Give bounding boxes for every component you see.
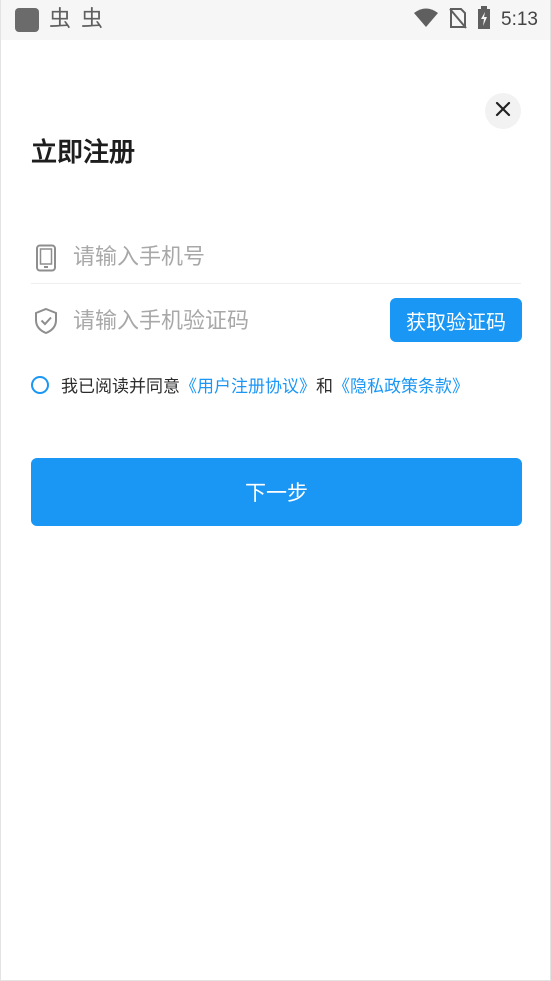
register-screen: 虫 虫 5:13 立即注册 请输入手机号 请输入手机验证码 获取验证码 我已阅读… — [0, 0, 551, 981]
status-time: 5:13 — [501, 9, 538, 30]
wifi-icon — [413, 8, 439, 32]
next-button[interactable]: 下一步 — [31, 458, 522, 526]
agreement-row: 我已阅读并同意 《用户注册协议》 和 《隐私政策条款》 — [31, 372, 469, 397]
app-notification-icon — [15, 8, 39, 32]
agree-radio[interactable] — [31, 375, 49, 394]
verification-code-input[interactable] — [73, 308, 373, 334]
status-left: 虫 虫 — [15, 8, 103, 32]
shield-check-icon — [31, 306, 61, 336]
phone-icon — [31, 243, 61, 273]
close-icon — [495, 101, 511, 121]
page-title: 立即注册 — [31, 138, 136, 168]
phone-input[interactable] — [73, 245, 373, 270]
privacy-policy-link[interactable]: 《隐私政策条款》 — [333, 372, 469, 397]
agreement-prefix: 我已阅读并同意 — [61, 377, 180, 397]
user-agreement-link[interactable]: 《用户注册协议》 — [180, 372, 316, 397]
bug-notification-icon: 虫 — [81, 7, 104, 32]
phone-field — [31, 232, 521, 284]
agreement-joiner: 和 — [316, 377, 333, 397]
bug-notification-icon: 虫 — [49, 7, 72, 32]
no-sim-icon — [449, 7, 467, 33]
status-bar: 虫 虫 5:13 — [1, 0, 550, 40]
status-right: 5:13 — [413, 6, 538, 34]
close-button[interactable] — [485, 93, 521, 129]
get-code-button[interactable]: 获取验证码 — [390, 298, 522, 342]
battery-charging-icon — [477, 6, 491, 34]
